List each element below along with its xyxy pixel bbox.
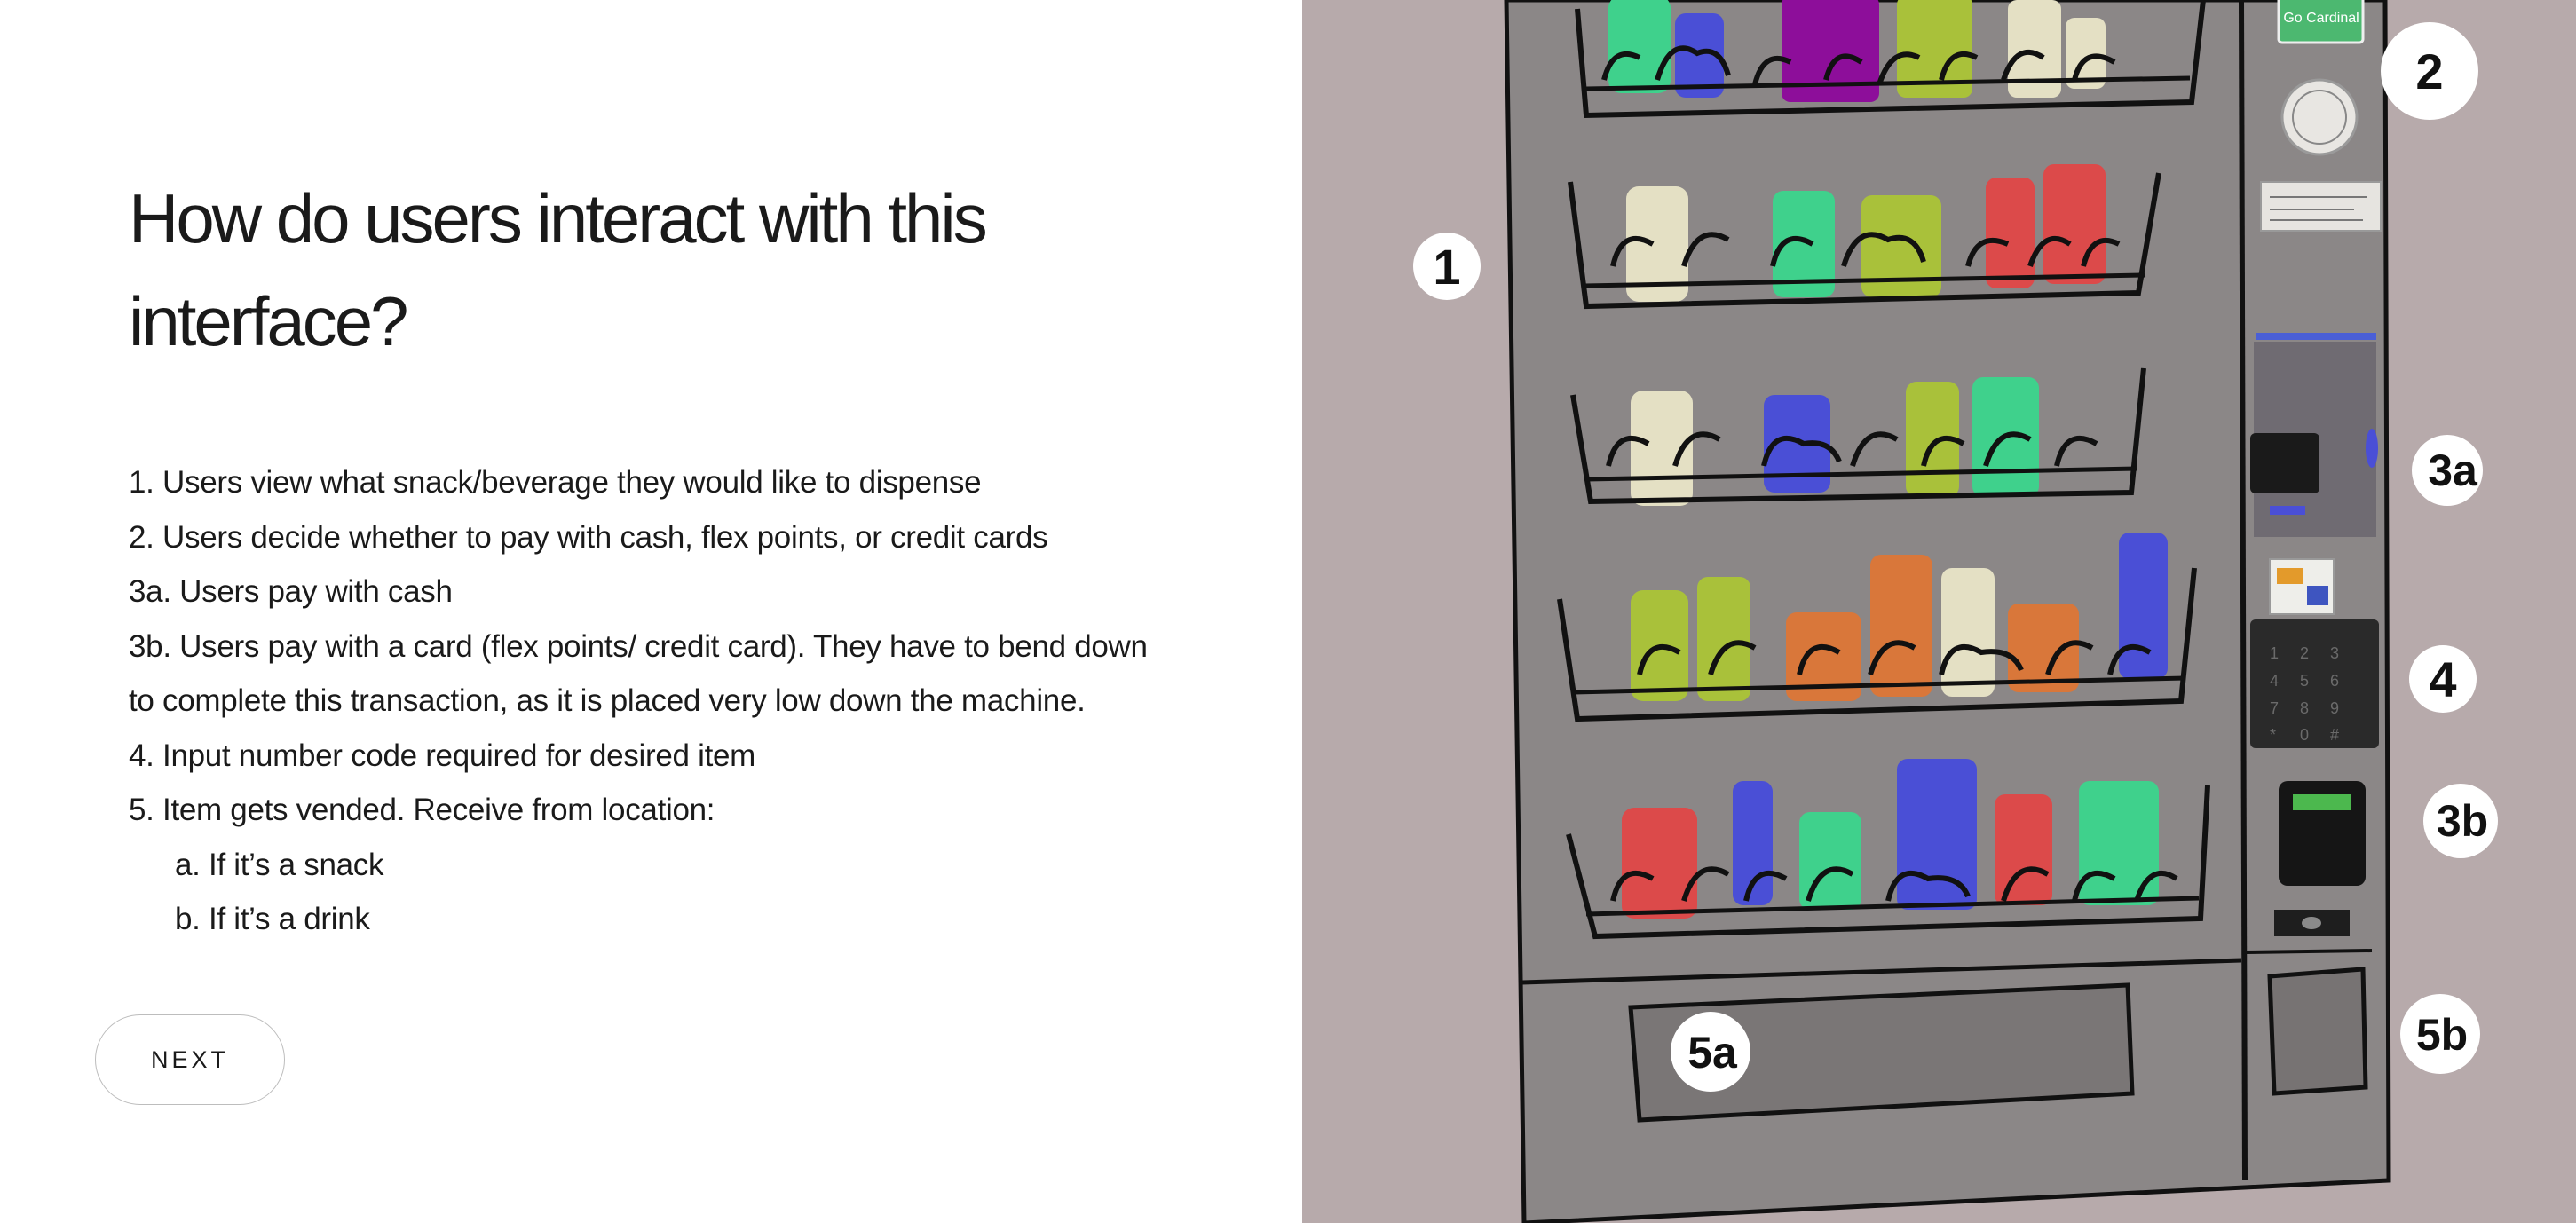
bill-insert-icon — [2250, 433, 2319, 493]
drink-dispenser-slot — [2267, 967, 2368, 1096]
step-1: 1. Users view what snack/beverage they w… — [129, 465, 982, 500]
svg-text:5b: 5b — [2416, 1010, 2468, 1060]
callout-2: 2 — [2381, 22, 2478, 120]
svg-text:1: 1 — [1433, 239, 1460, 295]
step-5b: b. If it’s a drink — [175, 902, 370, 936]
callout-5a: 5a — [1671, 1012, 1750, 1092]
vending-machine-illustration: Go Cardinal 1 2 3 4 5 6 7 8 9 * 0 # 1 2 … — [1302, 0, 2576, 1223]
callout-3a: 3a — [2412, 435, 2483, 506]
next-button[interactable]: NEXT — [95, 1014, 285, 1105]
page-title: How do users interact with this interfac… — [129, 179, 988, 360]
step-3a: 3a. Users pay with cash — [129, 574, 453, 609]
instruction-label — [2260, 181, 2382, 232]
step-2: 2. Users decide whether to pay with cash… — [129, 519, 1048, 555]
callout-4: 4 — [2409, 645, 2477, 713]
steps-list: 1. Users view what snack/beverage they w… — [129, 455, 1176, 947]
svg-text:3b: 3b — [2437, 796, 2488, 846]
sticker-text: Go Cardinal — [2283, 11, 2359, 26]
svg-text:2: 2 — [2415, 43, 2443, 99]
svg-text:7: 7 — [2270, 699, 2279, 717]
svg-text:2: 2 — [2300, 644, 2309, 662]
step-3b: 3b. Users pay with a card (flex points/ … — [129, 628, 1148, 719]
svg-text:3: 3 — [2330, 644, 2339, 662]
svg-text:4: 4 — [2429, 651, 2456, 707]
bill-indicator — [2366, 429, 2378, 468]
bill-slot-stripe — [2256, 333, 2376, 340]
keypad: 1 2 3 4 5 6 7 8 9 * 0 # — [2250, 619, 2379, 748]
svg-text:*: * — [2270, 726, 2276, 744]
svg-text:4: 4 — [2270, 672, 2279, 690]
svg-text:6: 6 — [2330, 672, 2339, 690]
card-reader-screen — [2293, 794, 2351, 810]
vending-machine-drawing: Go Cardinal 1 2 3 4 5 6 7 8 9 * 0 # 1 2 … — [1413, 0, 2498, 1223]
text-panel: How do users interact with this interfac… — [0, 0, 1302, 1223]
step-4: 4. Input number code required for desire… — [129, 738, 756, 773]
svg-text:8: 8 — [2300, 699, 2309, 717]
svg-text:9: 9 — [2330, 699, 2339, 717]
svg-text:5: 5 — [2300, 672, 2309, 690]
svg-text:5a: 5a — [1687, 1028, 1738, 1077]
panel-bottom — [2244, 949, 2373, 954]
callout-3b: 3b — [2423, 784, 2498, 858]
callout-1: 1 — [1413, 233, 1481, 300]
step-5a: a. If it’s a snack — [175, 847, 384, 882]
callout-5b: 5b — [2400, 994, 2480, 1074]
svg-text:#: # — [2330, 726, 2339, 744]
svg-text:1: 1 — [2270, 644, 2279, 662]
step-5: 5. Item gets vended. Receive from locati… — [129, 793, 715, 827]
svg-text:3a: 3a — [2428, 446, 2478, 495]
machine-divider — [2239, 0, 2248, 1181]
svg-text:0: 0 — [2300, 726, 2309, 744]
